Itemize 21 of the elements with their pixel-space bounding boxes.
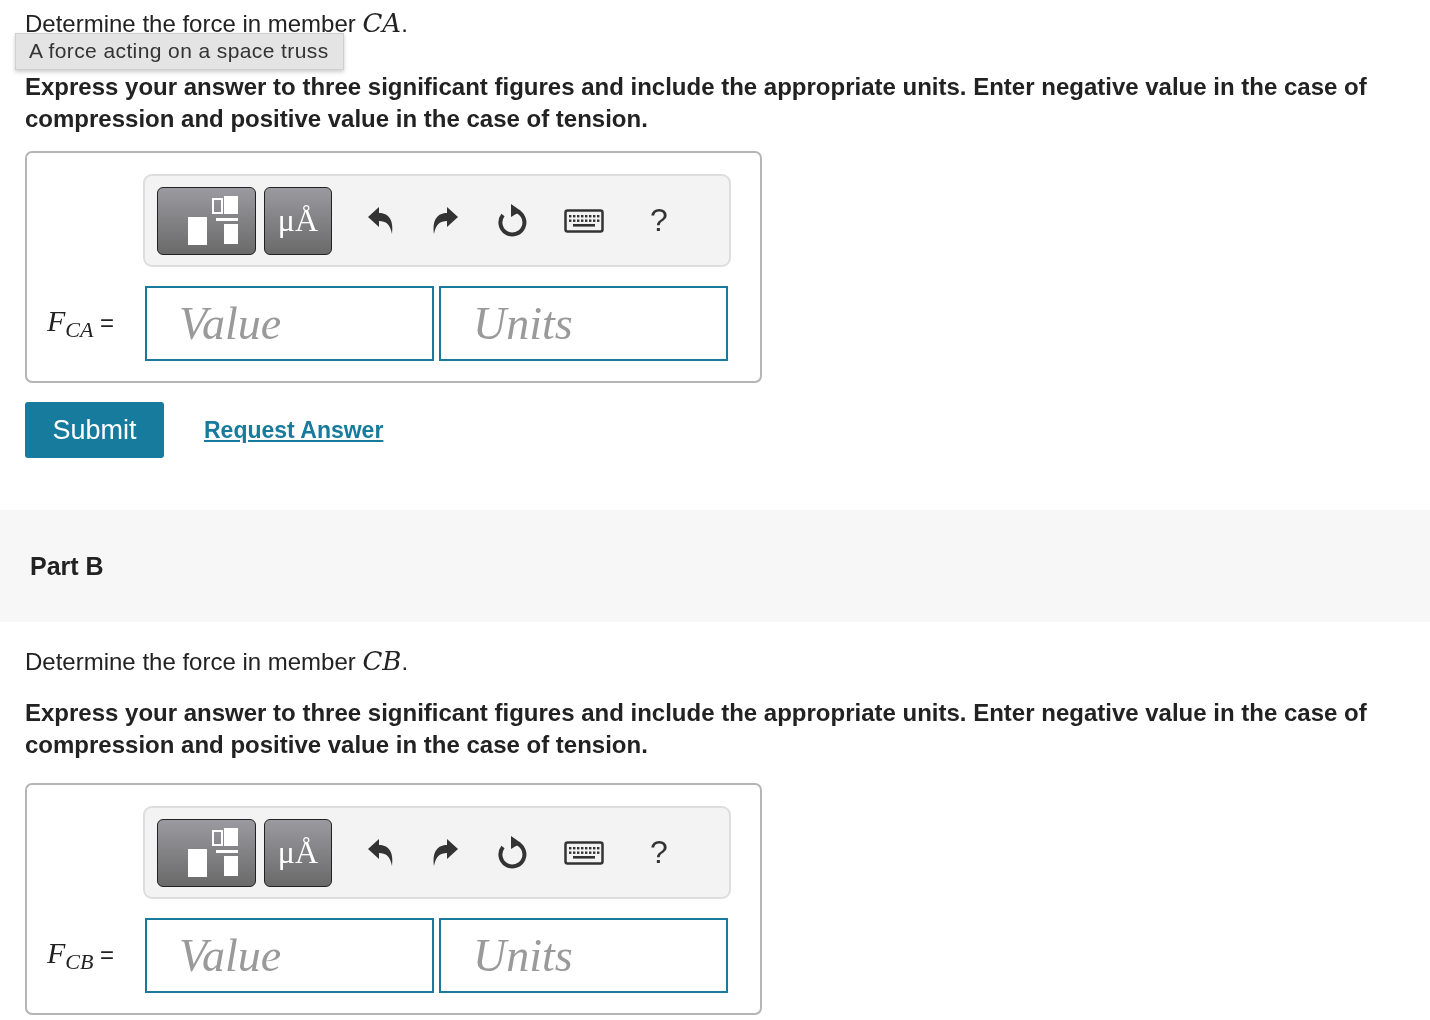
- units-field[interactable]: Units: [439, 918, 728, 993]
- question-text: Determine the force in member CB.: [25, 645, 410, 678]
- units-button[interactable]: μÅ: [264, 186, 332, 255]
- variable-label: F$_{CA}$ =: [47, 304, 116, 343]
- help-button[interactable]: ?: [650, 202, 668, 239]
- keyboard-icon[interactable]: [564, 208, 604, 233]
- value-field[interactable]: Value: [145, 286, 434, 361]
- part-title: Part B: [30, 551, 104, 581]
- variable-label: F$_{CB}$ =: [47, 936, 116, 975]
- tooltip: A force acting on a space truss: [15, 33, 344, 70]
- instructions-text: Express your answer to three significant figures and include the appropriate units. Enter negative value in the case of compression and positive value in the case of tension.: [25, 698, 1368, 760]
- request-answer-link[interactable]: Request Answer: [204, 416, 384, 444]
- submit-button[interactable]: Submit: [25, 402, 164, 458]
- templates-button[interactable]: [157, 186, 256, 255]
- help-button[interactable]: ?: [650, 834, 668, 871]
- templates-button[interactable]: [157, 818, 256, 887]
- instructions-text: Express your answer to three significant figures and include the appropriate units. Enter negative value in the case of compression and positive value in the case of tension.: [25, 72, 1368, 134]
- keyboard-icon[interactable]: [564, 840, 604, 865]
- units-button[interactable]: μÅ: [264, 818, 332, 887]
- value-field[interactable]: Value: [145, 918, 434, 993]
- units-field[interactable]: Units: [439, 286, 728, 361]
